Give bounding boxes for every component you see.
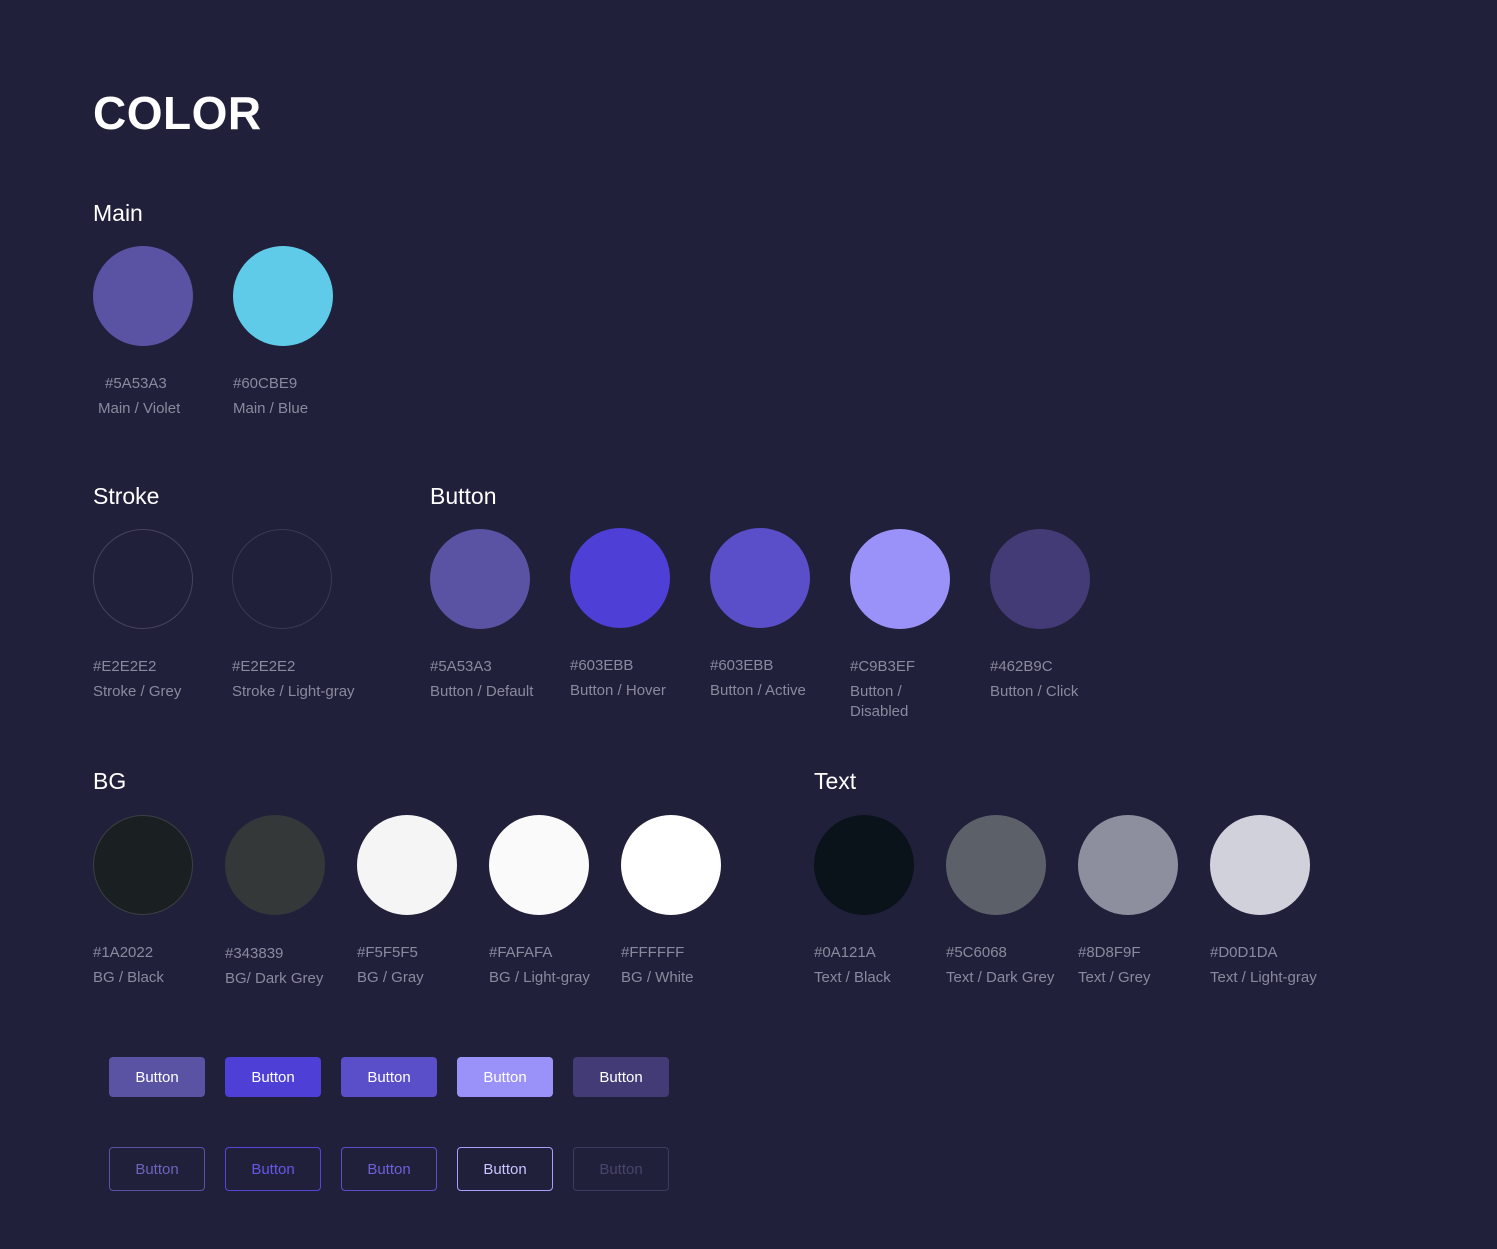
- page-title: COLOR: [93, 87, 262, 139]
- swatch-bg-gray: #F5F5F5 BG / Gray: [357, 815, 497, 988]
- section-title-stroke: Stroke: [93, 483, 160, 509]
- color-label: Stroke / Light-gray: [232, 683, 355, 700]
- outline-button-hover[interactable]: Button: [225, 1147, 321, 1191]
- color-label: Button / Hover: [570, 682, 666, 699]
- color-circle: [710, 528, 810, 628]
- swatch-bg-black: #1A2022 BG / Black: [93, 815, 233, 988]
- swatch-button-default: #5A53A3 Button / Default: [430, 529, 570, 702]
- hex-code: #5A53A3: [430, 658, 492, 675]
- color-circle: [1210, 815, 1310, 915]
- color-label: Text / Light-gray: [1210, 969, 1317, 986]
- color-circle: [93, 529, 193, 629]
- hex-code: #E2E2E2: [93, 658, 157, 675]
- swatch-button-hover: #603EBB Button / Hover: [570, 528, 710, 701]
- hex-code: #5C6068: [946, 944, 1007, 961]
- swatch-main-blue: #60CBE9 Main / Blue: [233, 246, 373, 419]
- button-active[interactable]: Button: [341, 1057, 437, 1097]
- hex-code: #FAFAFA: [489, 944, 553, 961]
- hex-code: #5A53A3: [105, 375, 167, 392]
- hex-code: #D0D1DA: [1210, 944, 1278, 961]
- color-circle: [621, 815, 721, 915]
- button-hover[interactable]: Button: [225, 1057, 321, 1097]
- color-circle: [357, 815, 457, 915]
- button-disabled[interactable]: Button: [457, 1057, 553, 1097]
- hex-code: #8D8F9F: [1078, 944, 1141, 961]
- color-label: Button / Click: [990, 683, 1079, 700]
- hex-code: #603EBB: [570, 657, 634, 674]
- color-label: BG / Light-gray: [489, 969, 590, 986]
- color-circle: [225, 815, 325, 915]
- swatch-bg-white: #FFFFFF BG / White: [621, 815, 761, 988]
- swatch-text-grey: #8D8F9F Text / Grey: [1078, 815, 1218, 988]
- swatch-button-disabled: #C9B3EF Button / Disabled: [850, 529, 950, 722]
- color-circle: [93, 246, 193, 346]
- outline-button-default[interactable]: Button: [109, 1147, 205, 1191]
- section-title-main: Main: [93, 200, 143, 226]
- hex-code: #FFFFFF: [621, 944, 685, 961]
- hex-code: #603EBB: [710, 657, 774, 674]
- color-label: Text / Grey: [1078, 969, 1151, 986]
- color-circle: [233, 246, 333, 346]
- swatch-bg-light-gray: #FAFAFA BG / Light-gray: [489, 815, 629, 988]
- swatch-stroke-light-gray: #E2E2E2 Stroke / Light-gray: [232, 529, 372, 702]
- hex-code: #60CBE9: [233, 375, 298, 392]
- color-label: BG / White: [621, 969, 694, 986]
- color-label: BG/ Dark Grey: [225, 970, 324, 987]
- hex-code: #343839: [225, 945, 284, 962]
- color-label: BG / Gray: [357, 969, 424, 986]
- swatch-text-dark-grey: #5C6068 Text / Dark Grey: [946, 815, 1086, 988]
- button-click[interactable]: Button: [573, 1057, 669, 1097]
- color-label: Button / Disabled: [850, 683, 909, 720]
- hex-code: #F5F5F5: [357, 944, 418, 961]
- hex-code: #E2E2E2: [232, 658, 296, 675]
- color-circle: [990, 529, 1090, 629]
- color-circle: [232, 529, 332, 629]
- hex-code: #C9B3EF: [850, 658, 916, 675]
- color-label: Button / Active: [710, 682, 806, 699]
- hex-code: #462B9C: [990, 658, 1053, 675]
- color-label: Text / Black: [814, 969, 891, 986]
- section-title-button: Button: [430, 483, 497, 509]
- swatch-text-black: #0A121A Text / Black: [814, 815, 954, 988]
- outline-button-focused[interactable]: Button: [457, 1147, 553, 1191]
- swatch-stroke-grey: #E2E2E2 Stroke / Grey: [93, 529, 233, 702]
- swatch-bg-dark-grey: #343839 BG/ Dark Grey: [225, 815, 365, 989]
- swatch-button-active: #603EBB Button / Active: [710, 528, 850, 701]
- color-circle: [1078, 815, 1178, 915]
- swatch-button-click: #462B9C Button / Click: [990, 529, 1130, 702]
- color-label: Main / Blue: [233, 400, 309, 417]
- outline-button-active[interactable]: Button: [341, 1147, 437, 1191]
- color-circle: [570, 528, 670, 628]
- outline-button-disabled[interactable]: Button: [573, 1147, 669, 1191]
- color-label: Text / Dark Grey: [946, 969, 1055, 986]
- color-label: Stroke / Grey: [93, 683, 182, 700]
- color-label: Button / Default: [430, 683, 534, 700]
- hex-code: #1A2022: [93, 944, 154, 961]
- color-label: Main / Violet: [98, 400, 181, 417]
- button-default[interactable]: Button: [109, 1057, 205, 1097]
- color-circle: [430, 529, 530, 629]
- hex-code: #0A121A: [814, 944, 876, 961]
- swatch-main-violet: #5A53A3 Main / Violet: [93, 246, 233, 419]
- color-label: BG / Black: [93, 969, 164, 986]
- color-circle: [946, 815, 1046, 915]
- color-circle: [93, 815, 193, 915]
- color-circle: [850, 529, 950, 629]
- color-circle: [489, 815, 589, 915]
- swatch-text-light-gray: #D0D1DA Text / Light-gray: [1210, 815, 1350, 988]
- section-title-text: Text: [814, 768, 857, 794]
- section-title-bg: BG: [93, 768, 127, 794]
- color-circle: [814, 815, 914, 915]
